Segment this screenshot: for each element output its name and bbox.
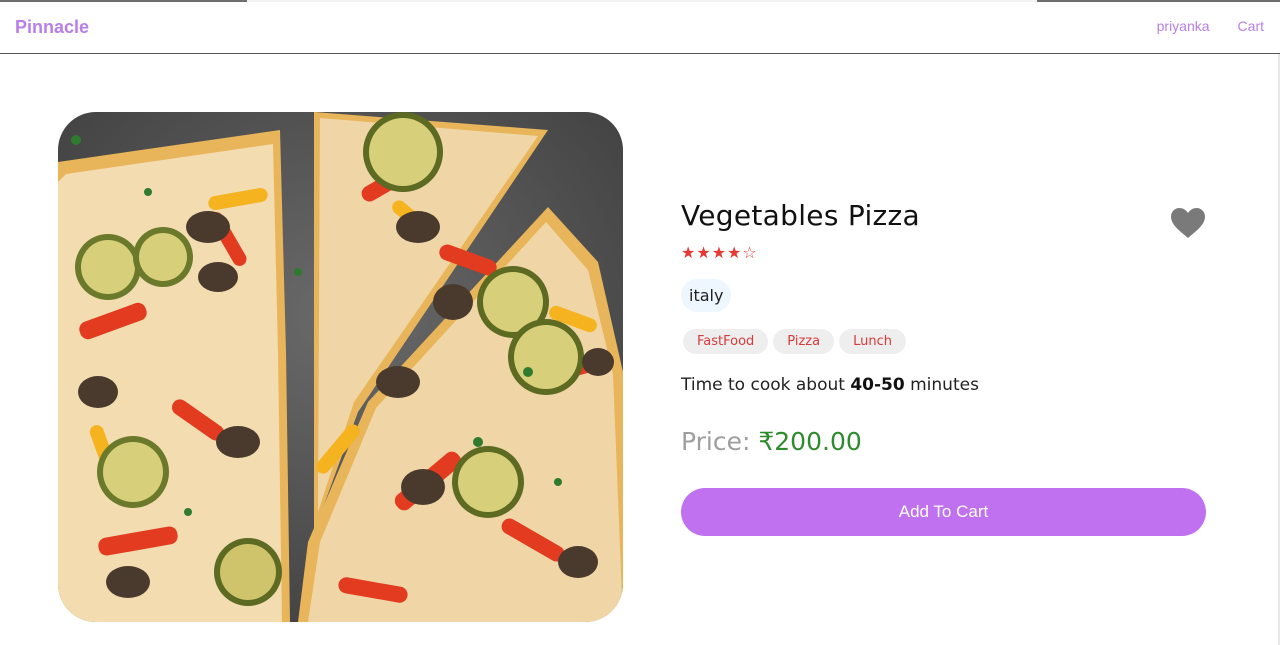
food-image bbox=[58, 112, 623, 622]
add-to-cart-button[interactable]: Add To Cart bbox=[681, 488, 1206, 536]
star-empty-icon: ☆ bbox=[742, 243, 757, 262]
cook-time-prefix: Time to cook about bbox=[681, 375, 845, 395]
cook-time-value: 40-50 bbox=[850, 375, 905, 395]
heart-icon[interactable] bbox=[1170, 207, 1206, 239]
tag-item: Pizza bbox=[773, 329, 835, 354]
origin-badge: italy bbox=[681, 279, 732, 312]
star-icon: ★ bbox=[681, 243, 696, 262]
navbar: Pinnacle priyanka Cart bbox=[0, 2, 1280, 54]
product-title: Vegetables Pizza bbox=[681, 199, 921, 232]
price-value: ₹200.00 bbox=[758, 427, 862, 456]
cook-time-suffix: minutes bbox=[910, 375, 979, 395]
nav-link-user[interactable]: priyanka bbox=[1157, 18, 1210, 34]
price-label: Price: bbox=[681, 427, 751, 456]
nav-links: priyanka Cart bbox=[1157, 18, 1264, 34]
rating-stars: ★ ★ ★ ★ ☆ bbox=[681, 244, 757, 262]
nav-link-cart[interactable]: Cart bbox=[1238, 18, 1264, 34]
star-icon: ★ bbox=[711, 243, 727, 262]
tag-item: FastFood bbox=[683, 329, 769, 354]
price: Price: ₹200.00 bbox=[681, 427, 862, 456]
star-icon: ★ bbox=[696, 243, 711, 262]
brand-logo[interactable]: Pinnacle bbox=[15, 17, 89, 38]
tag-item: Lunch bbox=[839, 329, 906, 354]
cook-time: Time to cook about 40-50 minutes bbox=[681, 375, 979, 395]
star-icon: ★ bbox=[727, 243, 742, 262]
tag-list: FastFood Pizza Lunch bbox=[683, 329, 906, 354]
